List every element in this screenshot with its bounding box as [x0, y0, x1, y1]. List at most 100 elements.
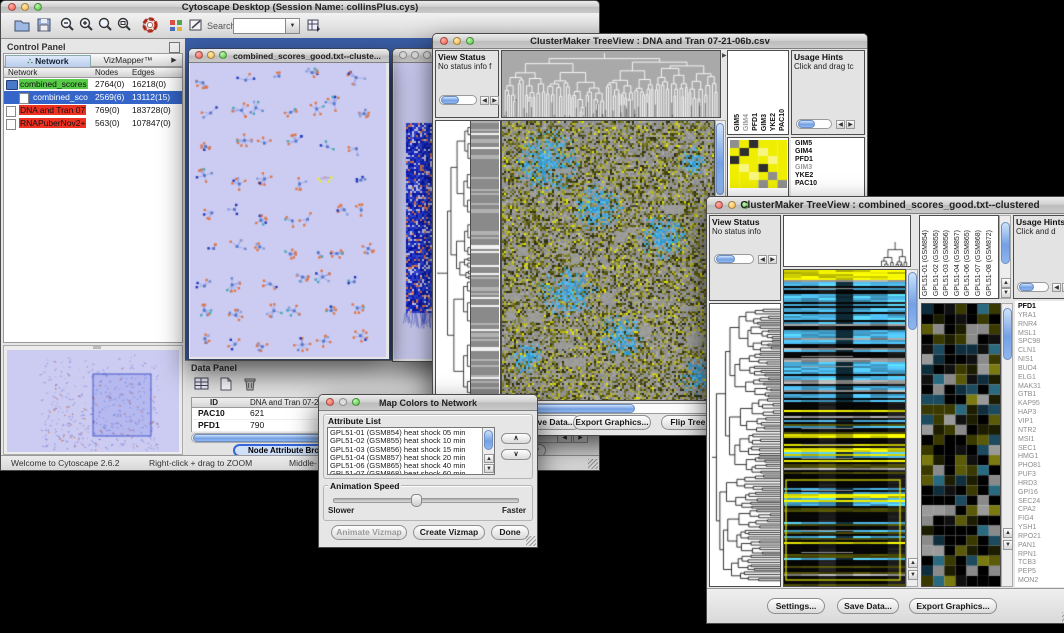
scroll-up-button[interactable]: ▲: [1001, 278, 1011, 288]
tv1-column-dendrogram-panel[interactable]: [501, 50, 721, 118]
scroll-left-button[interactable]: ◀: [480, 96, 489, 105]
scroll-left-button[interactable]: ◀: [758, 255, 767, 264]
save-icon[interactable]: [35, 16, 53, 34]
scroll-left-button[interactable]: ◀: [836, 120, 845, 129]
scroll-down-button[interactable]: ▼: [1003, 540, 1013, 550]
scroll-right-button[interactable]: ▶: [846, 120, 855, 129]
gene-label: YRA1: [1018, 312, 1041, 321]
tv1-row-dendrogram-panel[interactable]: [435, 120, 471, 401]
tv2-summary-heatmap[interactable]: [921, 303, 1001, 587]
tv2-row-dendrogram-panel[interactable]: [709, 303, 781, 587]
tv2-export-graphics-button[interactable]: Export Graphics...: [909, 598, 997, 614]
attribute-item[interactable]: GPL51-04 (GSM857) heat shock 20 min: [330, 454, 481, 462]
tv1-pane-arrow[interactable]: ▶: [722, 52, 727, 59]
network-row[interactable]: combined_sco2569(6)13112(15): [4, 91, 182, 104]
attribute-list[interactable]: GPL51-01 (GSM854) heat shock 05 minGPL51…: [327, 427, 495, 475]
tv2-settings-button[interactable]: Settings...: [767, 598, 825, 614]
close-button[interactable]: [399, 51, 407, 59]
dialog-titlebar[interactable]: Map Colors to Network: [319, 395, 537, 411]
tv2-column-dendrogram-panel[interactable]: [783, 215, 911, 267]
usage-hints-title: Usage Hints: [794, 52, 843, 62]
scroll-down-button[interactable]: ▼: [484, 464, 494, 473]
network-row[interactable]: combined_scores2764(0)16218(0): [4, 78, 182, 91]
zoom-fit-icon[interactable]: [116, 16, 134, 34]
scroll-up-button[interactable]: ▲: [1003, 528, 1013, 538]
tab-overflow-arrow[interactable]: ▶: [168, 55, 180, 66]
network1-titlebar[interactable]: combined_scores_good.txt--cluste...: [189, 49, 389, 63]
tv2-vscrollbar[interactable]: ▲ ▼: [906, 269, 918, 587]
float-panel-icon[interactable]: [169, 42, 180, 53]
network-row[interactable]: DNA and Tran 07769(0)183728(0): [4, 104, 182, 117]
zoom-in-icon[interactable]: [78, 16, 96, 34]
slider-thumb[interactable]: [411, 494, 422, 507]
network-table-header: Network Nodes Edges: [3, 67, 183, 78]
search-dropdown-arrow[interactable]: ▼: [285, 18, 300, 34]
birdseye-view[interactable]: [7, 350, 179, 452]
open-file-icon[interactable]: [13, 16, 31, 34]
scroll-down-button[interactable]: ▼: [908, 570, 918, 580]
overview-splitter[interactable]: [93, 346, 101, 349]
attribute-item[interactable]: GPL51-01 (GSM854) heat shock 05 min: [330, 429, 481, 437]
resize-grip[interactable]: [588, 459, 598, 469]
scroll-left-button[interactable]: ◀: [1052, 283, 1061, 292]
animate-vizmap-button[interactable]: Animate Vizmap: [331, 525, 407, 540]
search-input[interactable]: [233, 18, 286, 34]
heatmap-column-label: PAC10: [779, 109, 786, 131]
attribute-list-scrollbar[interactable]: ▲ ▼: [482, 428, 494, 474]
create-vizmap-button[interactable]: Create Vizmap: [413, 525, 485, 540]
tv2-usage-scrollbar[interactable]: [1017, 282, 1049, 292]
tv1-heatmap[interactable]: [501, 120, 715, 401]
vizmap-icon[interactable]: [167, 16, 185, 34]
help-lifering-icon[interactable]: [141, 16, 159, 34]
tv2-save-data-button[interactable]: Save Data...: [837, 598, 899, 614]
doc-icon: [19, 93, 29, 104]
annotation-icon[interactable]: [187, 16, 205, 34]
scroll-up-button[interactable]: ▲: [908, 558, 918, 568]
minimize-button[interactable]: [207, 51, 215, 59]
tv2-view-status-panel: View Status No status info ◀ ▶: [709, 215, 781, 301]
attribute-item[interactable]: GPL51-03 (GSM856) heat shock 15 min: [330, 446, 481, 454]
scroll-down-button[interactable]: ▼: [1001, 288, 1011, 298]
tv2-collabel-scrollbar[interactable]: ▲ ▼: [999, 215, 1011, 299]
attribute-table-icon[interactable]: [193, 375, 211, 393]
col-network[interactable]: Network: [8, 68, 37, 77]
tv2-summary-scrollbar[interactable]: ▲ ▼: [1001, 303, 1013, 587]
close-button[interactable]: [195, 51, 203, 59]
import-table-icon[interactable]: [305, 16, 323, 34]
tv1-thumbnail-panel[interactable]: [727, 137, 789, 199]
scroll-up-button[interactable]: ▲: [484, 454, 494, 463]
attribute-item[interactable]: GPL51-07 (GSM868) heat shock 60 min: [330, 470, 481, 475]
edges-count: 183728(0): [132, 105, 171, 115]
scroll-right-button[interactable]: ▶: [768, 255, 777, 264]
attribute-item[interactable]: GPL51-02 (GSM855) heat shock 10 min: [330, 437, 481, 445]
treeview2-titlebar[interactable]: ClusterMaker TreeView : combined_scores_…: [707, 197, 1064, 214]
tab-vizmapper[interactable]: VizMapper™: [92, 55, 164, 66]
zoom-button[interactable]: [219, 51, 227, 59]
move-up-button[interactable]: ∧: [501, 433, 531, 444]
resize-grip[interactable]: [526, 536, 536, 546]
tv1-usage-scrollbar[interactable]: [796, 119, 832, 129]
tv2-status-scrollbar[interactable]: [714, 254, 754, 264]
attribute-item[interactable]: GPL51-06 (GSM865) heat shock 40 min: [330, 462, 481, 470]
tv2-heatmap[interactable]: [783, 269, 906, 587]
animation-speed-slider[interactable]: [333, 498, 519, 503]
col-nodes[interactable]: Nodes: [95, 68, 118, 77]
network-row[interactable]: RNAPuberNov2+563(0)107847(0): [4, 117, 182, 130]
done-button[interactable]: Done: [491, 525, 529, 540]
move-down-button[interactable]: ∨: [501, 449, 531, 460]
treeview1-titlebar[interactable]: ClusterMaker TreeView : DNA and Tran 07-…: [433, 34, 867, 49]
col-edges[interactable]: Edges: [132, 68, 155, 77]
zoom-button[interactable]: [423, 51, 431, 59]
delete-attribute-icon[interactable]: [241, 375, 259, 393]
network-view-1[interactable]: [190, 63, 386, 357]
screen: Cytoscape Desktop (Session Name: collins…: [0, 0, 1064, 633]
doc-icon: [6, 119, 16, 130]
new-attribute-icon[interactable]: [217, 375, 235, 393]
tv1-export-graphics-button[interactable]: Export Graphics...: [573, 415, 651, 430]
minimize-button[interactable]: [411, 51, 419, 59]
zoom-selected-icon[interactable]: [97, 16, 115, 34]
zoom-out-icon[interactable]: [59, 16, 77, 34]
tv1-status-scrollbar[interactable]: [439, 95, 477, 105]
scroll-right-button[interactable]: ▶: [490, 96, 499, 105]
data-col-id[interactable]: ID: [210, 398, 218, 407]
